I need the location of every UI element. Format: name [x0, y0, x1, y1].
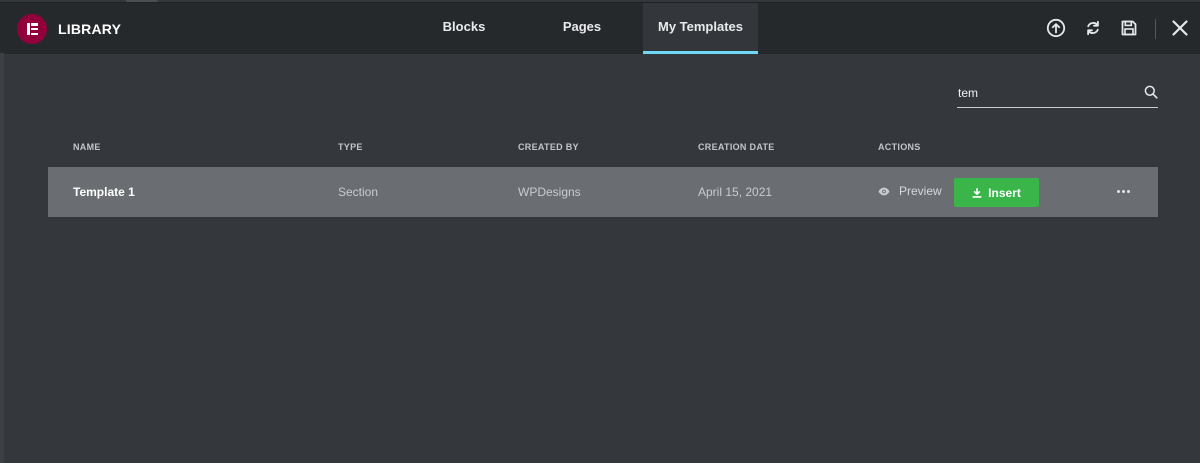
library-header: LIBRARY Blocks Pages My Templates	[0, 2, 1200, 54]
template-author: WPDesigns	[518, 185, 581, 199]
preview-label: Preview	[899, 184, 942, 198]
column-header-created-by: CREATED BY	[518, 142, 579, 152]
template-search	[957, 80, 1158, 108]
template-type: Section	[338, 185, 379, 199]
templates-table: NAME TYPE CREATED BY CREATION DATE ACTIO…	[48, 130, 1158, 217]
search-icon[interactable]	[1144, 85, 1158, 99]
template-date: April 15, 2021	[698, 185, 773, 199]
column-header-type: TYPE	[338, 142, 363, 152]
column-header-actions: ACTIONS	[878, 142, 921, 152]
header-divider	[1155, 19, 1156, 39]
insert-label: Insert	[988, 185, 1021, 200]
sync-icon[interactable]	[1083, 18, 1103, 38]
close-icon[interactable]	[1170, 18, 1190, 38]
eye-icon	[878, 187, 890, 195]
insert-button[interactable]: Insert	[954, 178, 1039, 207]
left-edge	[0, 53, 4, 463]
template-name: Template 1	[73, 185, 135, 199]
column-header-name: NAME	[73, 142, 101, 152]
column-header-creation-date: CREATION DATE	[698, 142, 775, 152]
search-input[interactable]	[957, 80, 1138, 106]
table-row: Template 1 Section WPDesigns April 15, 2…	[48, 167, 1158, 217]
header-actions	[0, 3, 1200, 54]
template-library-modal: LIBRARY Blocks Pages My Templates tem NA…	[0, 0, 1200, 463]
preview-button[interactable]: Preview	[878, 184, 942, 198]
table-header: NAME TYPE CREATED BY CREATION DATE ACTIO…	[48, 130, 1158, 166]
upload-icon[interactable]	[1046, 18, 1066, 38]
download-icon	[972, 187, 982, 198]
save-icon[interactable]	[1119, 18, 1139, 38]
search-underline	[957, 107, 1158, 108]
more-options-icon[interactable]	[1117, 189, 1133, 195]
